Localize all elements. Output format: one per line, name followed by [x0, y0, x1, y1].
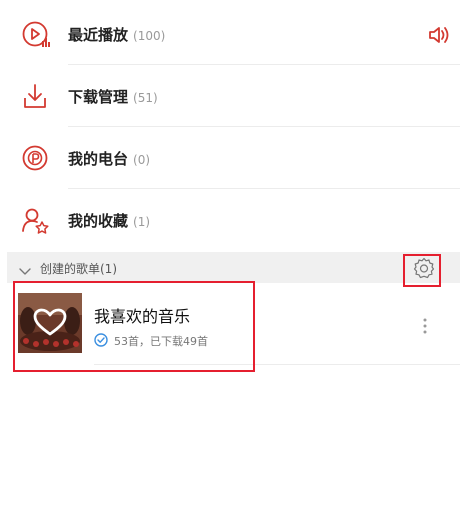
- menu-item-favorites[interactable]: 我的收藏 (1): [7, 189, 460, 251]
- music-library-panel: 最近播放 (100) 下载管理 (51) 我的电台 (0) 我的收藏 (1) 创…: [7, 0, 460, 500]
- item-count: (1): [133, 215, 151, 229]
- speaker-icon[interactable]: [428, 25, 450, 45]
- playlist-highlight-box: [13, 281, 255, 372]
- recent-play-icon: [21, 20, 51, 50]
- menu-item-recent-play[interactable]: 最近播放 (100): [7, 3, 460, 65]
- radio-icon: [21, 144, 51, 174]
- more-vertical-icon[interactable]: [423, 317, 427, 335]
- item-count: (100): [133, 29, 166, 43]
- favorites-icon: [21, 206, 51, 236]
- chevron-down-icon[interactable]: [19, 262, 31, 275]
- settings-highlight-box: [403, 254, 441, 287]
- section-title: 创建的歌单(1): [40, 262, 117, 276]
- menu-item-label: 下载管理 (51): [68, 88, 158, 106]
- created-playlists-header[interactable]: 创建的歌单(1): [7, 252, 460, 283]
- item-count: (51): [133, 91, 158, 105]
- menu-item-downloads[interactable]: 下载管理 (51): [7, 65, 460, 127]
- menu-item-label: 最近播放 (100): [68, 26, 166, 44]
- menu-item-label: 我的电台 (0): [68, 150, 151, 168]
- item-count: (0): [133, 153, 151, 167]
- menu-item-radio[interactable]: 我的电台 (0): [7, 127, 460, 189]
- menu-item-label: 我的收藏 (1): [68, 212, 151, 230]
- download-icon: [21, 82, 51, 112]
